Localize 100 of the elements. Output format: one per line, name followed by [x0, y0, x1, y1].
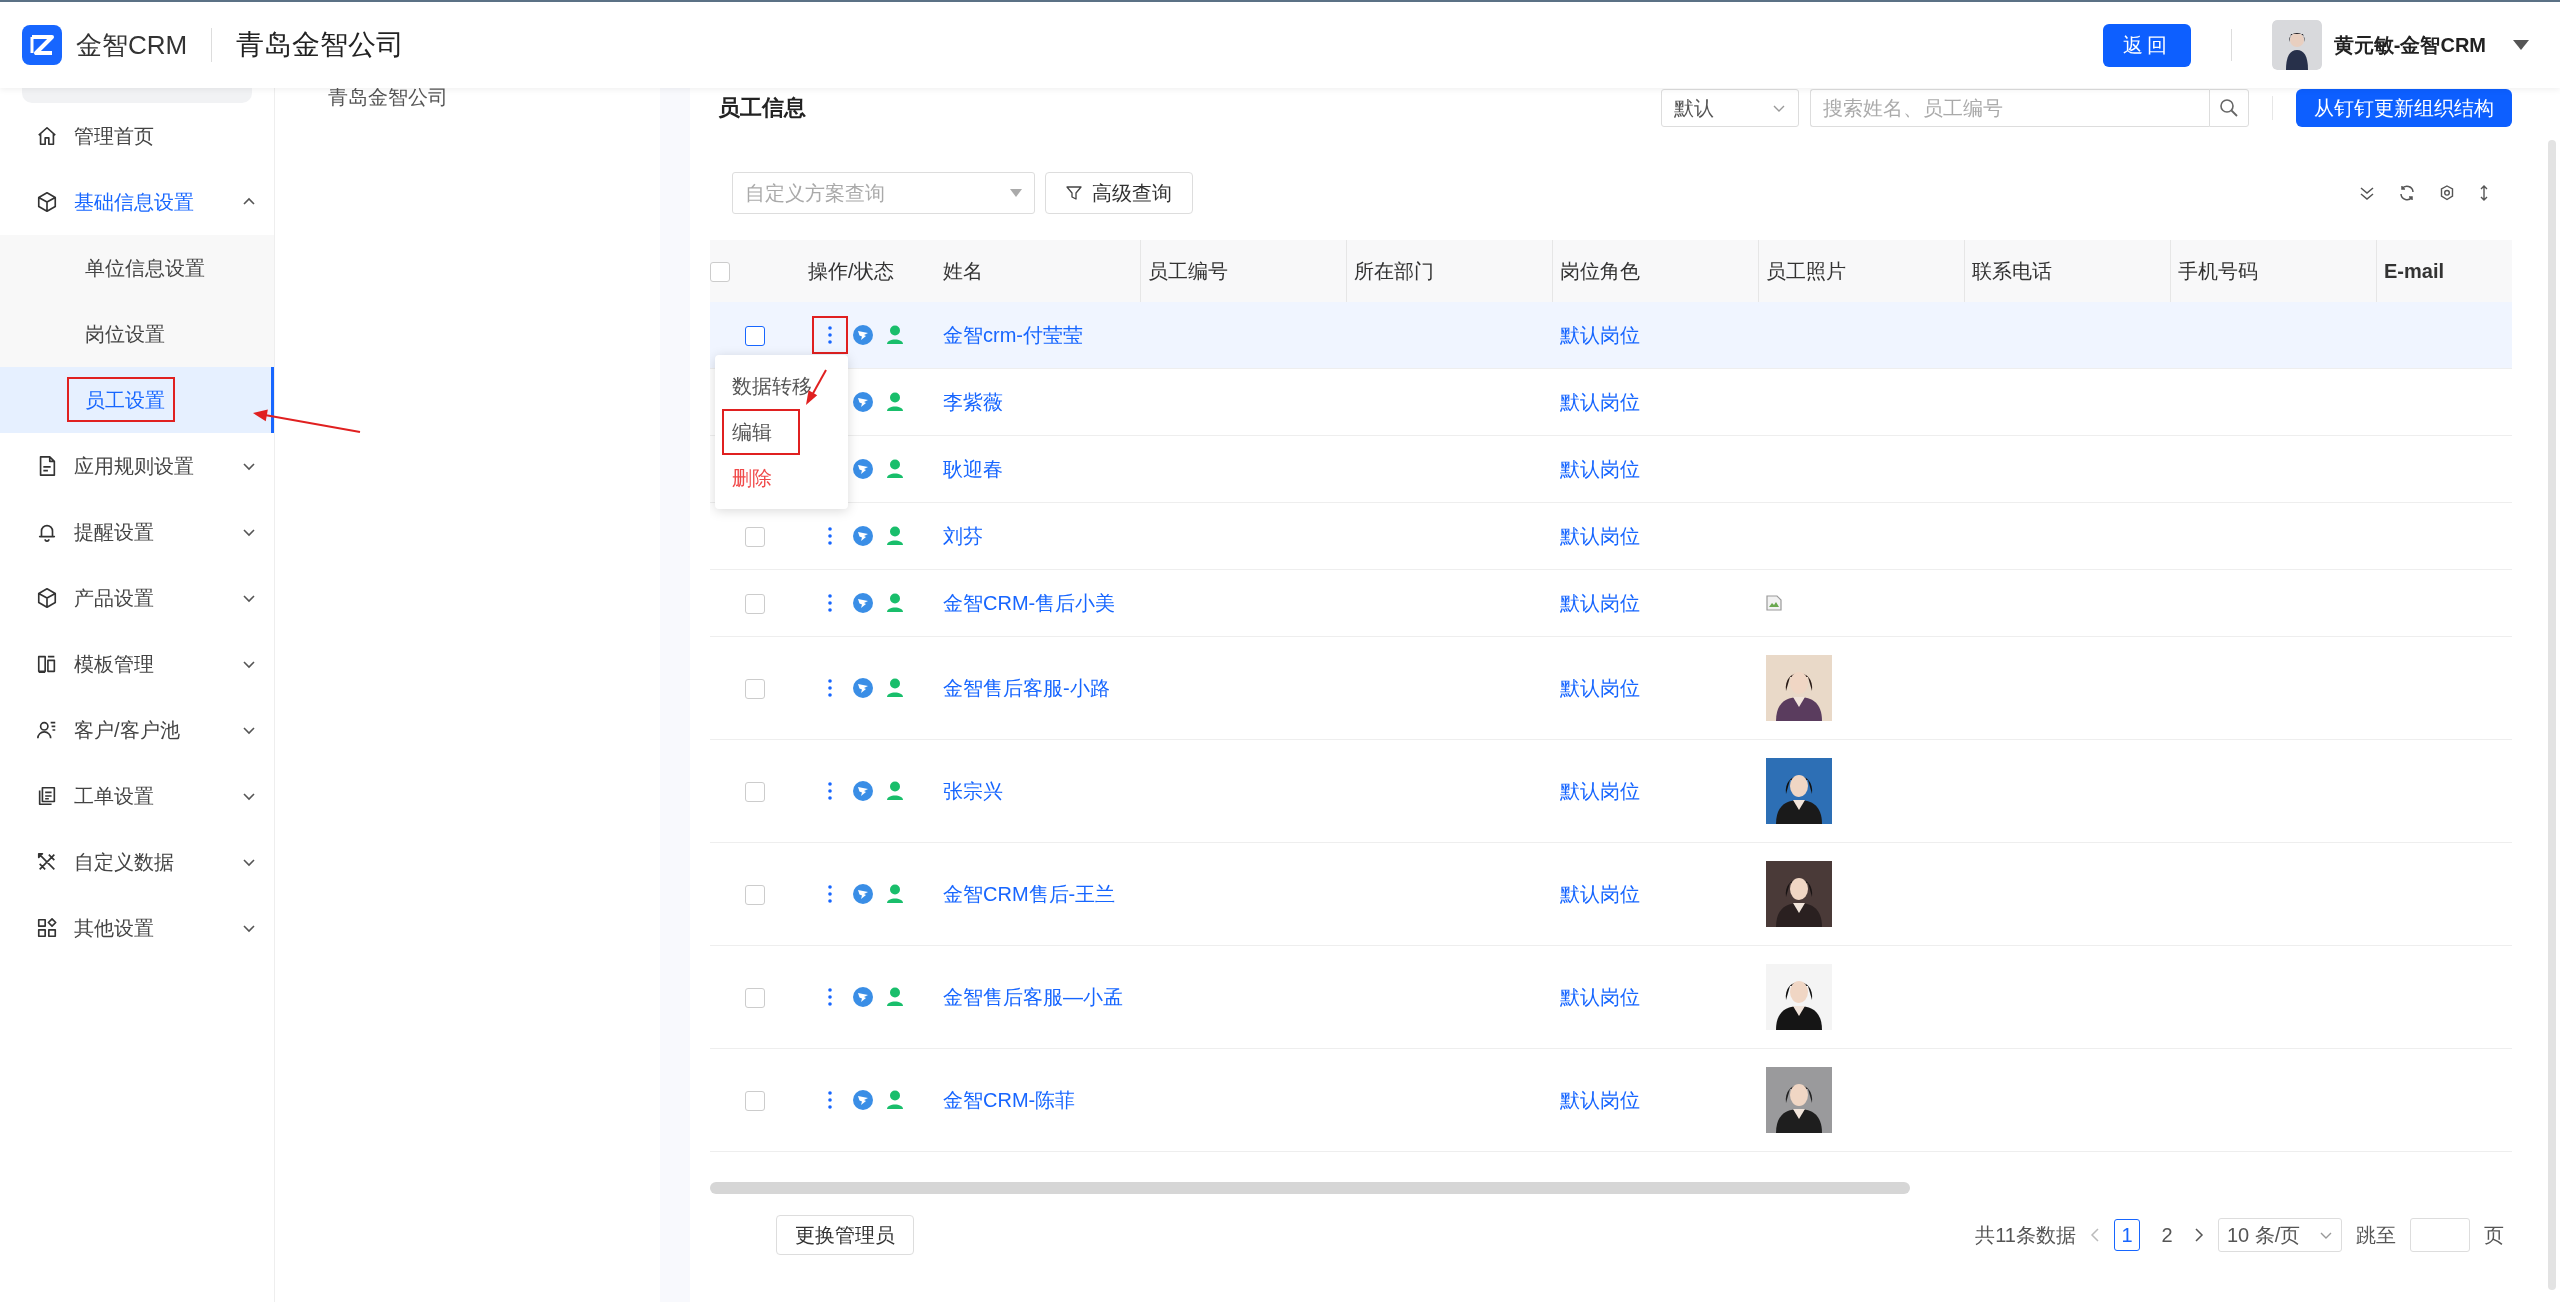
scrollbar-thumb[interactable] — [2548, 140, 2556, 1290]
user-name[interactable]: 黄元敏-金智CRM — [2333, 31, 2486, 59]
search-button[interactable] — [2209, 89, 2249, 127]
page-button[interactable]: 2 — [2154, 1219, 2180, 1251]
broken-image-icon — [1766, 595, 1782, 611]
sidebar-label: 工单设置 — [74, 783, 155, 809]
more-icon[interactable] — [825, 883, 835, 905]
person-icon — [886, 884, 904, 904]
collapse-icon[interactable] — [2358, 184, 2376, 202]
sidebar-label: 产品设置 — [74, 585, 155, 611]
sidebar-item[interactable]: 产品设置 — [0, 565, 274, 631]
employee-name-link[interactable]: 耿迎春 — [943, 457, 1003, 480]
role-link[interactable]: 默认岗位 — [1560, 457, 1640, 480]
sidebar-label: 其他设置 — [74, 915, 155, 941]
role-link[interactable]: 默认岗位 — [1560, 591, 1640, 614]
role-link[interactable]: 默认岗位 — [1560, 1088, 1640, 1111]
search-field[interactable]: 搜索姓名、员工编号 — [1810, 89, 2209, 127]
role-link[interactable]: 默认岗位 — [1560, 676, 1640, 699]
section-title: 员工信息 — [717, 94, 806, 122]
sidebar-item[interactable]: 提醒设置 — [0, 499, 274, 565]
column-header: 员工照片 — [1758, 240, 1964, 302]
more-icon[interactable] — [825, 677, 835, 699]
role-link[interactable]: 默认岗位 — [1560, 323, 1640, 346]
column-header: 手机号码 — [2170, 240, 2376, 302]
more-icon[interactable] — [825, 780, 835, 802]
row-height-icon[interactable] — [2478, 184, 2490, 202]
page-input[interactable] — [2410, 1218, 2470, 1252]
employee-name-link[interactable]: 张宗兴 — [943, 779, 1003, 802]
more-icon[interactable] — [825, 525, 835, 547]
logo-icon — [22, 25, 62, 65]
chevron-right-icon[interactable] — [2194, 1228, 2204, 1242]
app-name: 金智CRM — [76, 28, 188, 62]
more-icon[interactable] — [825, 592, 835, 614]
role-link[interactable]: 默认岗位 — [1560, 779, 1640, 802]
column-header: 岗位角色 — [1552, 240, 1758, 302]
tree-node[interactable]: 青岛金智公司 — [275, 84, 448, 110]
person-icon — [886, 987, 904, 1007]
more-icon[interactable] — [825, 986, 835, 1008]
cube-icon — [36, 587, 58, 609]
wing-badge-icon — [853, 678, 873, 698]
advanced-search-button[interactable]: 高级查询 — [1045, 172, 1193, 214]
scheme-select[interactable]: 自定义方案查询 — [732, 172, 1035, 214]
employee-name-link[interactable]: 刘芬 — [943, 524, 983, 547]
page-size-select[interactable]: 10 条/页 — [2218, 1218, 2342, 1252]
sidebar-item[interactable]: 工单设置 — [0, 763, 274, 829]
checkbox[interactable] — [745, 326, 765, 347]
column-header: 所在部门 — [1346, 240, 1552, 302]
more-icon[interactable] — [825, 1089, 835, 1111]
scrollbar-thumb[interactable] — [710, 1182, 1910, 1194]
sidebar-item[interactable]: 模板管理 — [0, 631, 274, 697]
role-link[interactable]: 默认岗位 — [1560, 524, 1640, 547]
search-icon — [2219, 98, 2239, 118]
menu-item[interactable]: 编辑 — [715, 409, 848, 455]
sidebar-label: 模板管理 — [74, 651, 155, 677]
wing-badge-icon — [853, 593, 873, 613]
total-count: 共11条数据 — [1975, 1222, 2076, 1248]
sidebar-item[interactable]: 应用规则设置 — [0, 433, 274, 499]
stacked-pages-icon — [36, 785, 58, 807]
person-icon — [886, 678, 904, 698]
wing-badge-icon — [853, 781, 873, 801]
more-icon[interactable] — [825, 324, 835, 346]
employee-name-link[interactable]: 金智CRM售后-王兰 — [943, 882, 1116, 905]
sidebar-subitem[interactable]: 单位信息设置 — [0, 235, 274, 301]
caret-icon — [1009, 188, 1023, 198]
employee-name-link[interactable]: 金智售后客服—小孟 — [943, 985, 1123, 1008]
page-button[interactable]: 1 — [2114, 1219, 2140, 1251]
employee-name-link[interactable]: 李紫薇 — [943, 390, 1003, 413]
person-icon — [886, 325, 904, 345]
menu-item[interactable]: 数据转移 — [715, 363, 848, 409]
sidebar-subitem[interactable]: 员工设置 — [0, 367, 274, 433]
back-button[interactable]: 返回 — [2102, 23, 2191, 67]
role-link[interactable]: 默认岗位 — [1560, 882, 1640, 905]
employee-name-link[interactable]: 金智售后客服-小路 — [943, 676, 1110, 699]
home-icon — [36, 125, 58, 147]
column-header: 姓名 — [935, 240, 1140, 302]
sort-select[interactable]: 默认 — [1661, 89, 1799, 127]
select-value: 10 条/页 — [2227, 1222, 2301, 1248]
role-link[interactable]: 默认岗位 — [1560, 985, 1640, 1008]
sidebar-item[interactable]: 客户/客户池 — [0, 697, 274, 763]
sidebar-item[interactable]: 管理首页 — [0, 103, 274, 169]
change-admin-button[interactable]: 更换管理员 — [776, 1215, 914, 1255]
sync-button[interactable]: 从钉钉更新组织结构 — [2296, 89, 2512, 127]
caret-icon[interactable] — [2512, 39, 2530, 51]
sidebar-subitem[interactable]: 岗位设置 — [0, 301, 274, 367]
person-icon — [886, 392, 904, 412]
settings-icon[interactable] — [2438, 184, 2456, 202]
menu-item[interactable]: 删除 — [715, 455, 848, 501]
role-link[interactable]: 默认岗位 — [1560, 390, 1640, 413]
refresh-icon[interactable] — [2398, 184, 2416, 202]
sidebar-item[interactable]: 其他设置 — [0, 895, 274, 961]
person-icon — [886, 1090, 904, 1110]
company-name: 青岛金智公司 — [236, 28, 405, 62]
filter-icon — [1066, 185, 1082, 201]
employee-name-link[interactable]: 金智CRM-售后小美 — [943, 591, 1116, 614]
sidebar-item[interactable]: 自定义数据 — [0, 829, 274, 895]
person-icon — [886, 781, 904, 801]
sidebar-item[interactable]: 基础信息设置 — [0, 169, 274, 235]
person-icon — [886, 593, 904, 613]
employee-name-link[interactable]: 金智CRM-陈菲 — [943, 1088, 1076, 1111]
wing-badge-icon — [853, 1090, 873, 1110]
